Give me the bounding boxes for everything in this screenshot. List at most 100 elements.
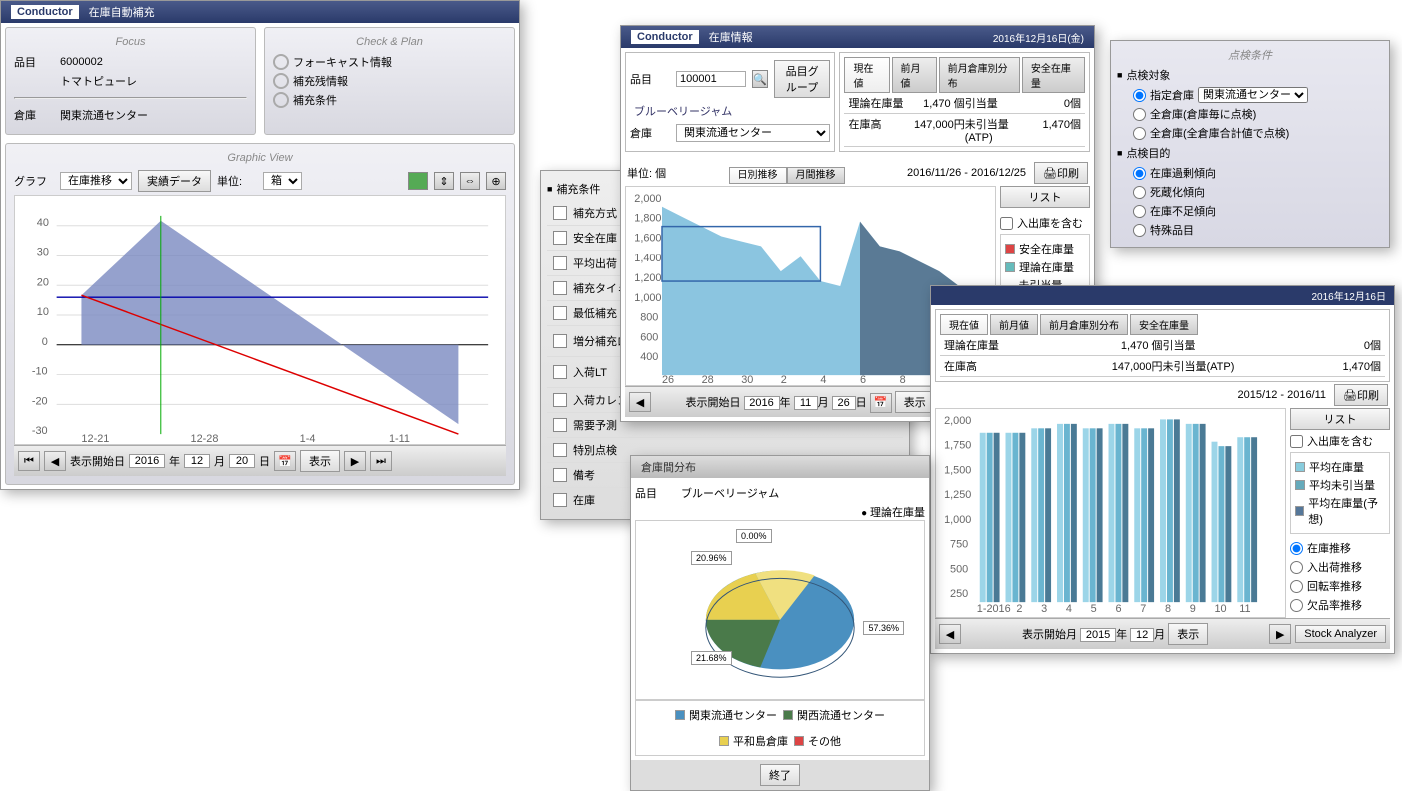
print-button[interactable]: 🖨印刷	[1034, 162, 1088, 184]
month-input[interactable]	[1130, 628, 1154, 642]
checkbox[interactable]	[553, 281, 567, 295]
first-icon[interactable]: ⏮	[18, 451, 40, 471]
tab[interactable]: 前月倉庫別分布	[1040, 314, 1128, 335]
target-radio[interactable]	[1133, 89, 1146, 102]
checkbox[interactable]	[553, 493, 567, 507]
month-input[interactable]	[794, 396, 818, 410]
day-input[interactable]	[229, 454, 255, 468]
svg-text:3: 3	[1041, 603, 1047, 615]
prev-icon[interactable]: ◀	[44, 451, 66, 471]
view-radio[interactable]	[1290, 542, 1303, 555]
prev-icon[interactable]: ◀	[939, 624, 961, 644]
tabs: 現在値 前月値 前月倉庫別分布 安全在庫量	[844, 57, 1085, 93]
svg-text:750: 750	[950, 539, 968, 551]
tab[interactable]: 現在値	[940, 314, 988, 335]
view-radio[interactable]	[1290, 599, 1303, 612]
group-button[interactable]: 品目グループ	[774, 60, 831, 98]
close-button[interactable]: 終了	[760, 764, 800, 786]
target-radio[interactable]	[1133, 127, 1146, 140]
graph-label: グラフ	[14, 173, 54, 189]
wh-select[interactable]: 関東流通センター	[1198, 87, 1308, 103]
checkbox[interactable]	[553, 334, 567, 348]
time-tab[interactable]: 日別推移	[729, 167, 787, 184]
list-button[interactable]: リスト	[1290, 408, 1390, 430]
year-input[interactable]	[1080, 628, 1116, 642]
check-item[interactable]: 補充残情報	[273, 73, 506, 89]
last-icon[interactable]: ⏭	[370, 451, 392, 471]
wh-label: 倉庫	[14, 107, 54, 123]
print-button[interactable]: 🖨印刷	[1334, 384, 1388, 406]
svg-text:1,000: 1,000	[634, 292, 661, 304]
next-icon[interactable]: ▶	[344, 451, 366, 471]
purpose-radio[interactable]	[1133, 224, 1146, 237]
view-radio[interactable]	[1290, 561, 1303, 574]
vresize-icon[interactable]: ⇕	[434, 172, 454, 190]
svg-text:30: 30	[37, 247, 49, 259]
checkbox[interactable]	[553, 256, 567, 270]
checkbox[interactable]	[553, 306, 567, 320]
purpose-radio[interactable]	[1133, 205, 1146, 218]
checkbox[interactable]	[553, 443, 567, 457]
tab[interactable]: 前月倉庫別分布	[939, 57, 1020, 93]
tab[interactable]: 現在値	[844, 57, 889, 93]
svg-text:1,250: 1,250	[944, 489, 971, 501]
day-input[interactable]	[832, 396, 856, 410]
check-item[interactable]: 補充条件	[273, 92, 506, 108]
checkbox[interactable]	[553, 418, 567, 432]
window-wh-distribution: 倉庫間分布 品目ブルーベリージャム ● 理論在庫量 0.00% 20.96% 5…	[630, 455, 930, 791]
svg-text:40: 40	[37, 217, 49, 229]
view-radio[interactable]	[1290, 580, 1303, 593]
svg-text:1,000: 1,000	[944, 514, 971, 526]
tab[interactable]: 安全在庫量	[1022, 57, 1085, 93]
time-tab[interactable]: 月間推移	[787, 167, 845, 184]
svg-text:4: 4	[1066, 603, 1072, 615]
tab[interactable]: 前月値	[990, 314, 1038, 335]
checkbox[interactable]	[553, 206, 567, 220]
prev-icon[interactable]: ◀	[629, 392, 651, 412]
search-icon[interactable]: 🔍	[752, 70, 768, 88]
calendar-icon[interactable]: 📅	[274, 451, 296, 471]
checkbox[interactable]	[553, 468, 567, 482]
svg-text:1,400: 1,400	[634, 252, 661, 264]
graph-select[interactable]: 在庫推移	[60, 172, 132, 190]
purpose-radio[interactable]	[1133, 186, 1146, 199]
next-icon[interactable]: ▶	[1269, 624, 1291, 644]
wh-name: 関東流通センター	[60, 107, 148, 123]
year-input[interactable]	[129, 454, 165, 468]
target-radio[interactable]	[1133, 108, 1146, 121]
svg-text:30: 30	[741, 374, 753, 385]
radio-icon	[273, 54, 289, 70]
zoom-icon[interactable]: ⊕	[486, 172, 506, 190]
wh-select[interactable]: 関東流通センター	[676, 124, 830, 142]
svg-text:5: 5	[1091, 603, 1097, 615]
io-checkbox[interactable]	[1290, 435, 1303, 448]
show-button[interactable]: 表示	[300, 450, 340, 472]
tab[interactable]: 前月値	[892, 57, 937, 93]
calendar-icon[interactable]: 📅	[870, 393, 892, 413]
svg-text:250: 250	[950, 588, 968, 600]
data-button[interactable]: 実績データ	[138, 170, 211, 192]
svg-text:1-11: 1-11	[389, 433, 410, 444]
show-button[interactable]: 表示	[895, 391, 935, 413]
svg-text:1,500: 1,500	[944, 464, 971, 476]
unit-select[interactable]: 箱	[263, 172, 302, 190]
panel-title: Check & Plan	[273, 36, 506, 48]
item-input[interactable]	[676, 71, 746, 87]
svg-text:7: 7	[1140, 603, 1146, 615]
io-checkbox[interactable]	[1000, 217, 1013, 230]
svg-text:2,000: 2,000	[634, 193, 661, 205]
year-input[interactable]	[744, 396, 780, 410]
list-button[interactable]: リスト	[1000, 186, 1090, 208]
bar-icon[interactable]	[408, 172, 428, 190]
purpose-radio[interactable]	[1133, 167, 1146, 180]
checkbox[interactable]	[553, 231, 567, 245]
checkbox[interactable]	[553, 393, 567, 407]
checkbox[interactable]	[553, 365, 567, 379]
unit-label: 単位:	[217, 173, 257, 189]
check-item[interactable]: フォーキャスト情報	[273, 54, 506, 70]
tab[interactable]: 安全在庫量	[1130, 314, 1198, 335]
analyzer-button[interactable]: Stock Analyzer	[1295, 625, 1386, 643]
hresize-icon[interactable]: ⇔	[460, 172, 480, 190]
show-button[interactable]: 表示	[1168, 623, 1208, 645]
month-input[interactable]	[184, 454, 210, 468]
